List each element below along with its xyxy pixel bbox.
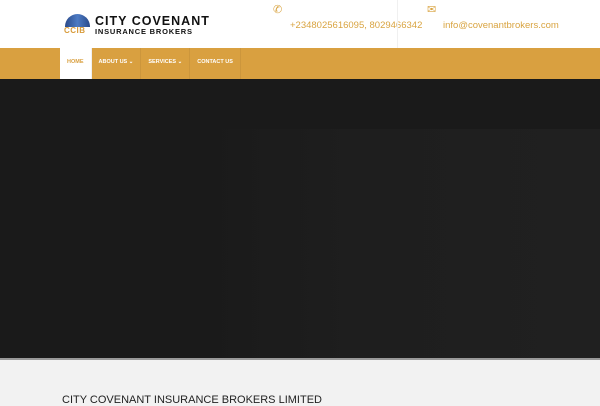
logo-line-2: INSURANCE BROKERS — [95, 27, 193, 36]
logo[interactable]: CCIB CITY COVENANT INSURANCE BROKERS — [64, 14, 210, 36]
hero-divider — [0, 358, 600, 360]
logo-mark: CCIB — [64, 14, 91, 36]
hero-banner — [0, 79, 600, 358]
nav-about-us[interactable]: ABOUT US ⌄ — [92, 48, 142, 79]
nav-services[interactable]: SERVICES ⌄ — [141, 48, 191, 79]
site-header: CCIB CITY COVENANT INSURANCE BROKERS ✆ +… — [0, 0, 600, 48]
divider — [397, 0, 398, 48]
phone-text[interactable]: +2348025616095, 8029466342 — [290, 20, 422, 31]
envelope-icon: ✉ — [427, 4, 437, 16]
nav-home[interactable]: HOME — [60, 48, 92, 79]
nav-contact-us[interactable]: CONTACT US — [190, 48, 241, 79]
section-title: CITY COVENANT INSURANCE BROKERS LIMITED — [62, 394, 322, 406]
phone-icon: ✆ — [273, 4, 283, 16]
main-nav: HOME ABOUT US ⌄ SERVICES ⌄ CONTACT US — [0, 48, 600, 79]
email-link[interactable]: info@covenantbrokers.com — [443, 20, 559, 31]
logo-line-1: CITY COVENANT — [95, 13, 210, 28]
